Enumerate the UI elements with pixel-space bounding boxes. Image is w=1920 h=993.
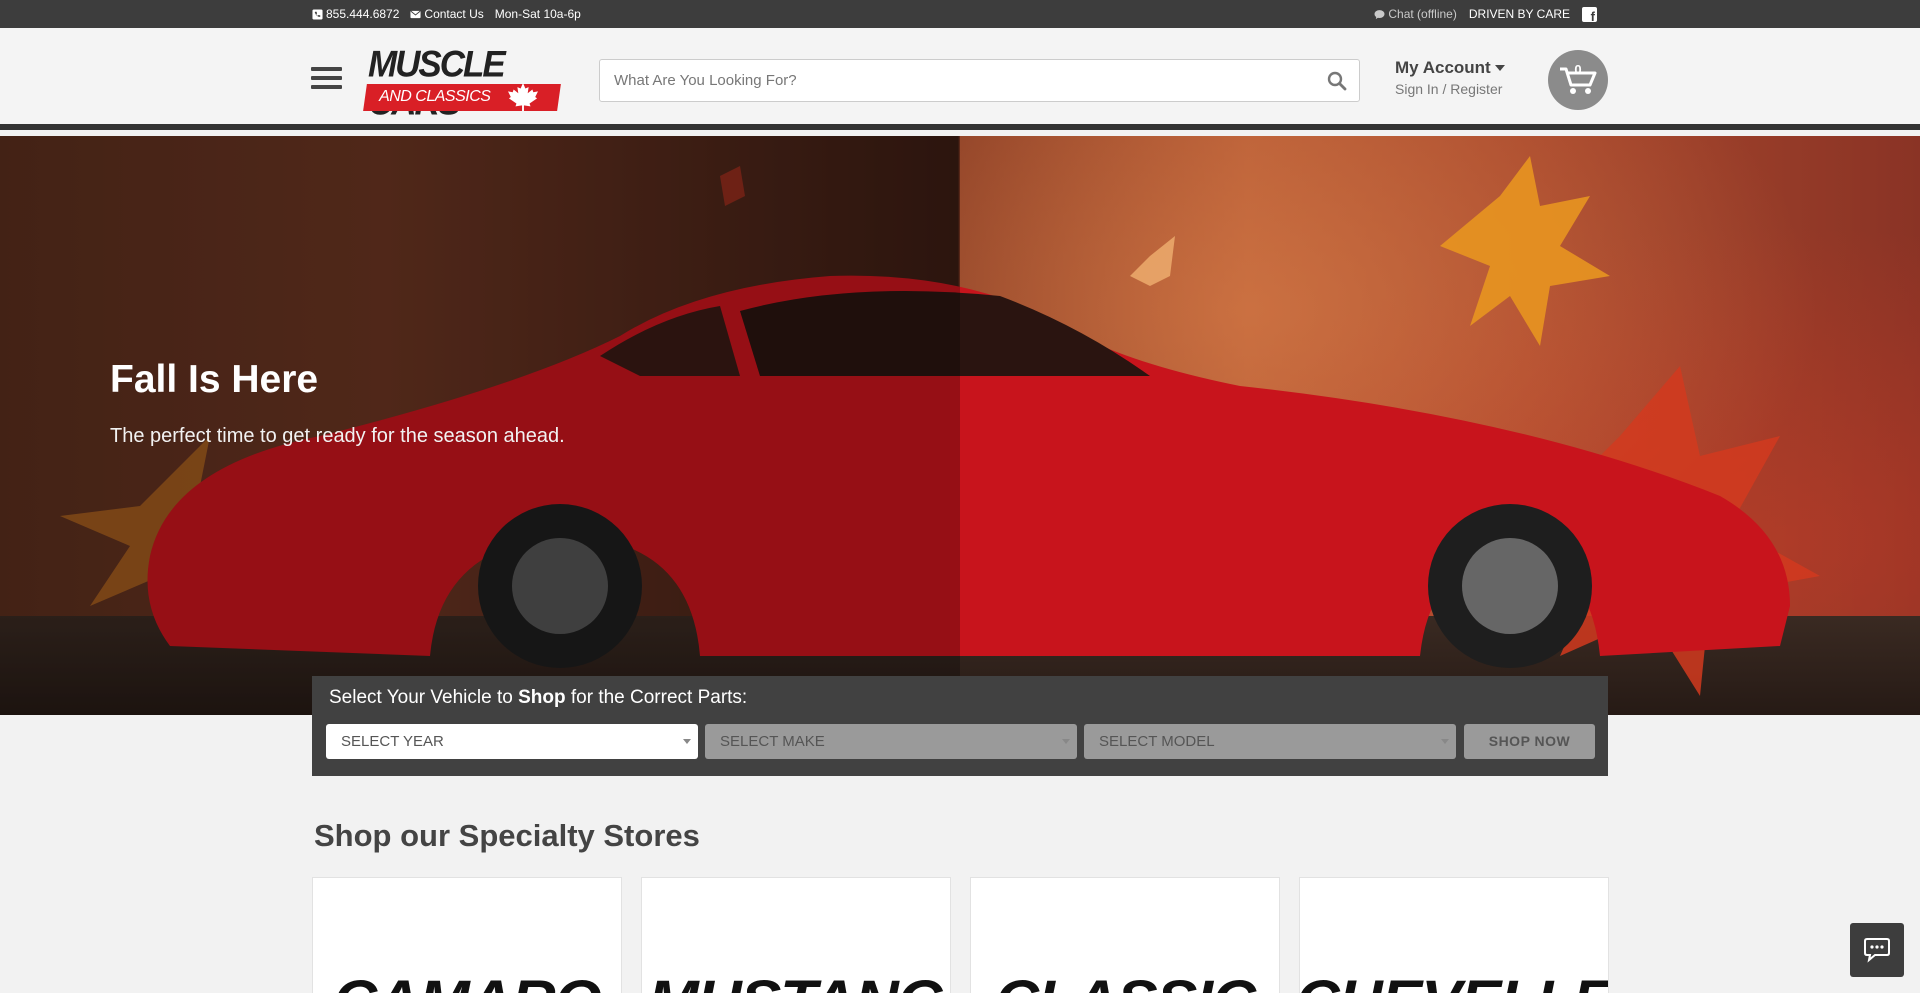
store-hours: Mon-Sat 10a-6p [494, 7, 581, 21]
store-card-chevelle[interactable]: CHEVELLE [1299, 877, 1609, 993]
vehicle-selector-title-pre: Select Your Vehicle to [329, 687, 519, 708]
chevron-down-icon [1441, 739, 1449, 744]
vehicle-selector-title-bold: Shop [518, 687, 566, 708]
facebook-glyph: f [1590, 8, 1595, 24]
store-card-label: MUSTANG [642, 968, 950, 993]
site-logo[interactable]: MUSCLE CARS AND CLASSICS [363, 46, 562, 121]
slogan: DRIVEN BY CARE [1468, 7, 1570, 21]
store-card-classic[interactable]: CLASSIC [970, 877, 1280, 993]
store-card-label: CLASSIC [971, 968, 1279, 993]
search-input[interactable] [614, 60, 1294, 101]
select-make-label: SELECT MAKE [720, 733, 825, 750]
chat-icon [1374, 9, 1385, 19]
vehicle-selector-title-post: for the Correct Parts: [565, 687, 748, 708]
cart-icon [1560, 67, 1597, 94]
maple-leaf-icon [508, 82, 538, 111]
chevron-down-icon [1062, 739, 1070, 744]
contact-link[interactable]: Contact Us [410, 7, 484, 21]
top-bar-left: 855.444.6872 Contact Us Mon-Sat 10a-6p [312, 0, 581, 28]
vehicle-selector-title: Select Your Vehicle to Shop for the Corr… [329, 687, 747, 709]
select-year-label: SELECT YEAR [341, 733, 444, 750]
site-header: MUSCLE CARS AND CLASSICS My Account Sign… [0, 28, 1920, 130]
select-model-label: SELECT MODEL [1099, 733, 1215, 750]
phone-icon [312, 8, 323, 20]
vehicle-selector: Select Your Vehicle to Shop for the Corr… [312, 676, 1608, 776]
phone-link[interactable]: 855.444.6872 [312, 7, 399, 21]
chat-label: Chat (offline) [1388, 7, 1457, 21]
store-card-camaro[interactable]: CAMARO [312, 877, 622, 993]
shop-now-button[interactable]: SHOP NOW [1464, 724, 1595, 759]
contact-label: Contact Us [424, 7, 484, 21]
account-title: My Account [1395, 58, 1491, 77]
search-icon[interactable] [1327, 71, 1347, 91]
select-model[interactable]: SELECT MODEL [1084, 724, 1456, 759]
phone-number: 855.444.6872 [326, 7, 400, 21]
cart-button[interactable]: 0 [1548, 50, 1608, 110]
top-bar-right: Chat (offline) DRIVEN BY CARE f [1374, 0, 1597, 28]
account-menu[interactable]: My Account Sign In / Register [1395, 58, 1505, 97]
search-box [599, 59, 1360, 102]
sign-in-register-link[interactable]: Sign In / Register [1395, 81, 1505, 97]
hero-title: Fall Is Here [110, 358, 319, 401]
select-make[interactable]: SELECT MAKE [705, 724, 1077, 759]
store-card-label: CAMARO [313, 968, 621, 993]
top-bar: 855.444.6872 Contact Us Mon-Sat 10a-6p C… [0, 0, 1920, 28]
chat-widget-button[interactable] [1850, 923, 1904, 977]
logo-bottom-text: AND CLASSICS [379, 88, 491, 105]
caret-down-icon [1494, 65, 1505, 71]
chat-bubble-icon [1864, 938, 1890, 963]
chevron-down-icon [683, 739, 691, 744]
facebook-icon[interactable]: f [1582, 6, 1597, 24]
hero-banner[interactable]: Fall Is Here The perfect time to get rea… [0, 136, 1920, 715]
store-card-mustang[interactable]: MUSTANG [641, 877, 951, 993]
store-card-label: CHEVELLE [1300, 968, 1608, 993]
specialty-stores-title: Shop our Specialty Stores [314, 818, 700, 853]
select-year[interactable]: SELECT YEAR [326, 724, 698, 759]
account-title-row[interactable]: My Account [1395, 58, 1505, 78]
hamburger-icon[interactable] [311, 67, 342, 93]
hero-subtitle: The perfect time to get ready for the se… [110, 425, 565, 447]
chat-link[interactable]: Chat (offline) [1374, 7, 1457, 21]
mail-icon [410, 10, 421, 18]
